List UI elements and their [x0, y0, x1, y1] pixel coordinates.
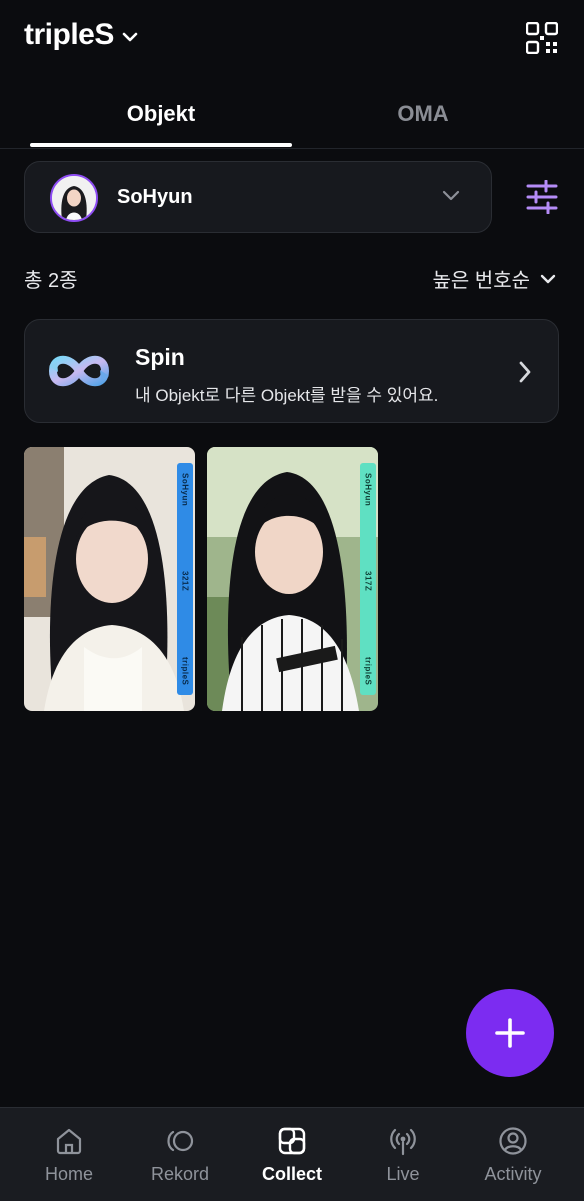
objekt-card[interactable]: SoHyun 317Z tripleS — [207, 447, 378, 711]
nav-label: Rekord — [150, 1164, 210, 1184]
objekt-info-strip: SoHyun 321Z tripleS — [177, 463, 193, 695]
spin-title: Spin — [135, 344, 185, 370]
nav-rekord[interactable]: Rekord — [125, 1108, 235, 1201]
objekt-member: SoHyun — [363, 473, 373, 507]
sort-label: 높은 번호순 — [432, 270, 530, 292]
group-switcher[interactable]: tripleS — [24, 18, 138, 52]
selected-member-name: SoHyun — [117, 186, 193, 208]
app-header: tripleS — [0, 0, 584, 80]
spin-banner[interactable]: Spin 내 Objekt로 다른 Objekt를 받을 수 있어요. — [24, 319, 559, 423]
objekt-count: 총 2종 — [24, 270, 78, 292]
home-icon — [56, 1128, 82, 1155]
objekt-member: SoHyun — [180, 473, 190, 507]
add-button[interactable] — [466, 989, 554, 1077]
chevron-right-icon — [519, 361, 531, 383]
objekt-serial: 317Z — [363, 571, 373, 592]
tab-objekt[interactable]: Objekt — [30, 88, 292, 146]
tab-oma[interactable]: OMA — [292, 88, 554, 146]
objekt-group: tripleS — [363, 656, 373, 685]
chevron-down-icon — [540, 274, 556, 283]
nav-label: Live — [386, 1164, 420, 1184]
tab-bar: Objekt OMA — [0, 88, 584, 149]
active-tab-indicator — [30, 143, 292, 147]
member-avatar — [50, 174, 98, 222]
objekt-photo — [207, 447, 378, 711]
objekt-group: tripleS — [180, 656, 190, 685]
sort-dropdown[interactable]: 높은 번호순 — [432, 264, 556, 293]
collect-icon — [278, 1127, 306, 1155]
member-select-dropdown[interactable]: SoHyun — [24, 161, 492, 233]
app-title: tripleS — [24, 18, 114, 51]
chevron-down-icon — [442, 190, 460, 201]
spin-description: 내 Objekt로 다른 Objekt를 받을 수 있어요. — [135, 386, 439, 405]
objekt-card[interactable]: SoHyun 321Z tripleS — [24, 447, 195, 711]
nav-label: Activity — [484, 1164, 542, 1184]
nav-home[interactable]: Home — [14, 1108, 124, 1201]
plus-icon — [495, 1018, 525, 1048]
chevron-down-icon — [122, 32, 138, 42]
objekt-photo — [24, 447, 195, 711]
bottom-navigation: Home Rekord Collect Live Activity — [0, 1107, 584, 1201]
spin-icon — [49, 355, 109, 387]
nav-live[interactable]: Live — [348, 1108, 458, 1201]
objekt-info-strip: SoHyun 317Z tripleS — [360, 463, 376, 695]
nav-label: Home — [44, 1164, 93, 1184]
nav-collect[interactable]: Collect — [237, 1108, 347, 1201]
nav-activity[interactable]: Activity — [458, 1108, 568, 1201]
qr-code-icon[interactable] — [526, 22, 558, 54]
activity-icon — [499, 1127, 527, 1155]
objekt-serial: 321Z — [180, 571, 190, 592]
filter-icon[interactable] — [524, 180, 560, 214]
nav-label: Collect — [261, 1164, 322, 1184]
live-icon — [390, 1128, 416, 1156]
rekord-icon — [167, 1130, 194, 1152]
